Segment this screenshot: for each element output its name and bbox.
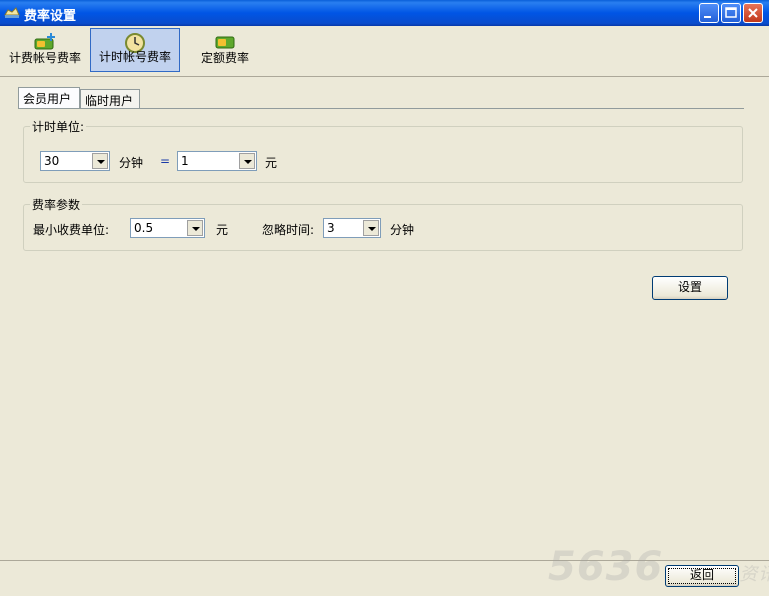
window-title: 费率设置 xyxy=(24,9,77,24)
billing-account-rate-button[interactable]: 计费帐号费率 xyxy=(4,28,86,72)
min-charge-value: 0.5 xyxy=(134,221,154,235)
chevron-down-icon[interactable] xyxy=(363,220,379,236)
close-button[interactable] xyxy=(743,3,763,23)
ignore-time-select[interactable]: 3 xyxy=(323,218,381,238)
min-charge-label: 最小收费单位: xyxy=(33,223,110,237)
yuan-unit: 元 xyxy=(265,156,278,170)
ignore-time-value: 3 xyxy=(327,221,335,235)
tab-member-users[interactable]: 会员用户 xyxy=(18,87,80,109)
timing-account-rate-button[interactable]: 计时帐号费率 xyxy=(90,28,180,72)
title-bar[interactable]: 费率设置 xyxy=(0,0,769,26)
minutes-select[interactable]: 30 xyxy=(40,151,110,171)
toolbar: 计费帐号费率 计时帐号费率 定额费率 xyxy=(0,26,769,77)
chevron-down-icon[interactable] xyxy=(239,153,255,169)
minimize-icon xyxy=(704,16,711,18)
maximize-icon xyxy=(725,7,737,18)
chevron-down-icon[interactable] xyxy=(187,220,203,236)
back-button-label: 返回 xyxy=(689,568,714,582)
tab-temporary-users[interactable]: 临时用户 xyxy=(80,89,140,108)
ignore-time-unit: 分钟 xyxy=(390,223,415,237)
minutes-value: 30 xyxy=(44,154,60,168)
min-charge-select[interactable]: 0.5 xyxy=(130,218,205,238)
toolbar-label: 计时帐号费率 xyxy=(98,50,171,64)
timing-unit-label: 计时单位: xyxy=(30,118,87,135)
rate-params-label: 费率参数 xyxy=(30,196,83,213)
watermark-number: 5636 xyxy=(548,544,664,590)
minimize-button[interactable] xyxy=(699,3,719,23)
toolbar-label: 计费帐号费率 xyxy=(8,51,81,65)
minutes-unit: 分钟 xyxy=(119,156,144,170)
equals-sign: = xyxy=(160,154,171,168)
min-charge-unit: 元 xyxy=(216,223,229,237)
ignore-time-label: 忽略时间: xyxy=(262,223,315,237)
tab-label: 会员用户 xyxy=(23,92,72,106)
chevron-down-icon[interactable] xyxy=(92,153,108,169)
back-button[interactable]: 返回 xyxy=(665,565,739,587)
tab-label: 临时用户 xyxy=(85,94,134,108)
close-icon xyxy=(748,8,758,18)
set-button[interactable]: 设置 xyxy=(652,276,728,300)
tab-divider xyxy=(18,108,744,109)
toolbar-label: 定额费率 xyxy=(200,51,249,65)
fixed-rate-button[interactable]: 定额费率 xyxy=(194,28,256,72)
app-icon xyxy=(4,7,20,18)
yuan-select[interactable]: 1 xyxy=(177,151,257,171)
maximize-button[interactable] xyxy=(721,3,741,23)
set-button-label: 设置 xyxy=(677,280,702,294)
yuan-value: 1 xyxy=(181,154,189,168)
